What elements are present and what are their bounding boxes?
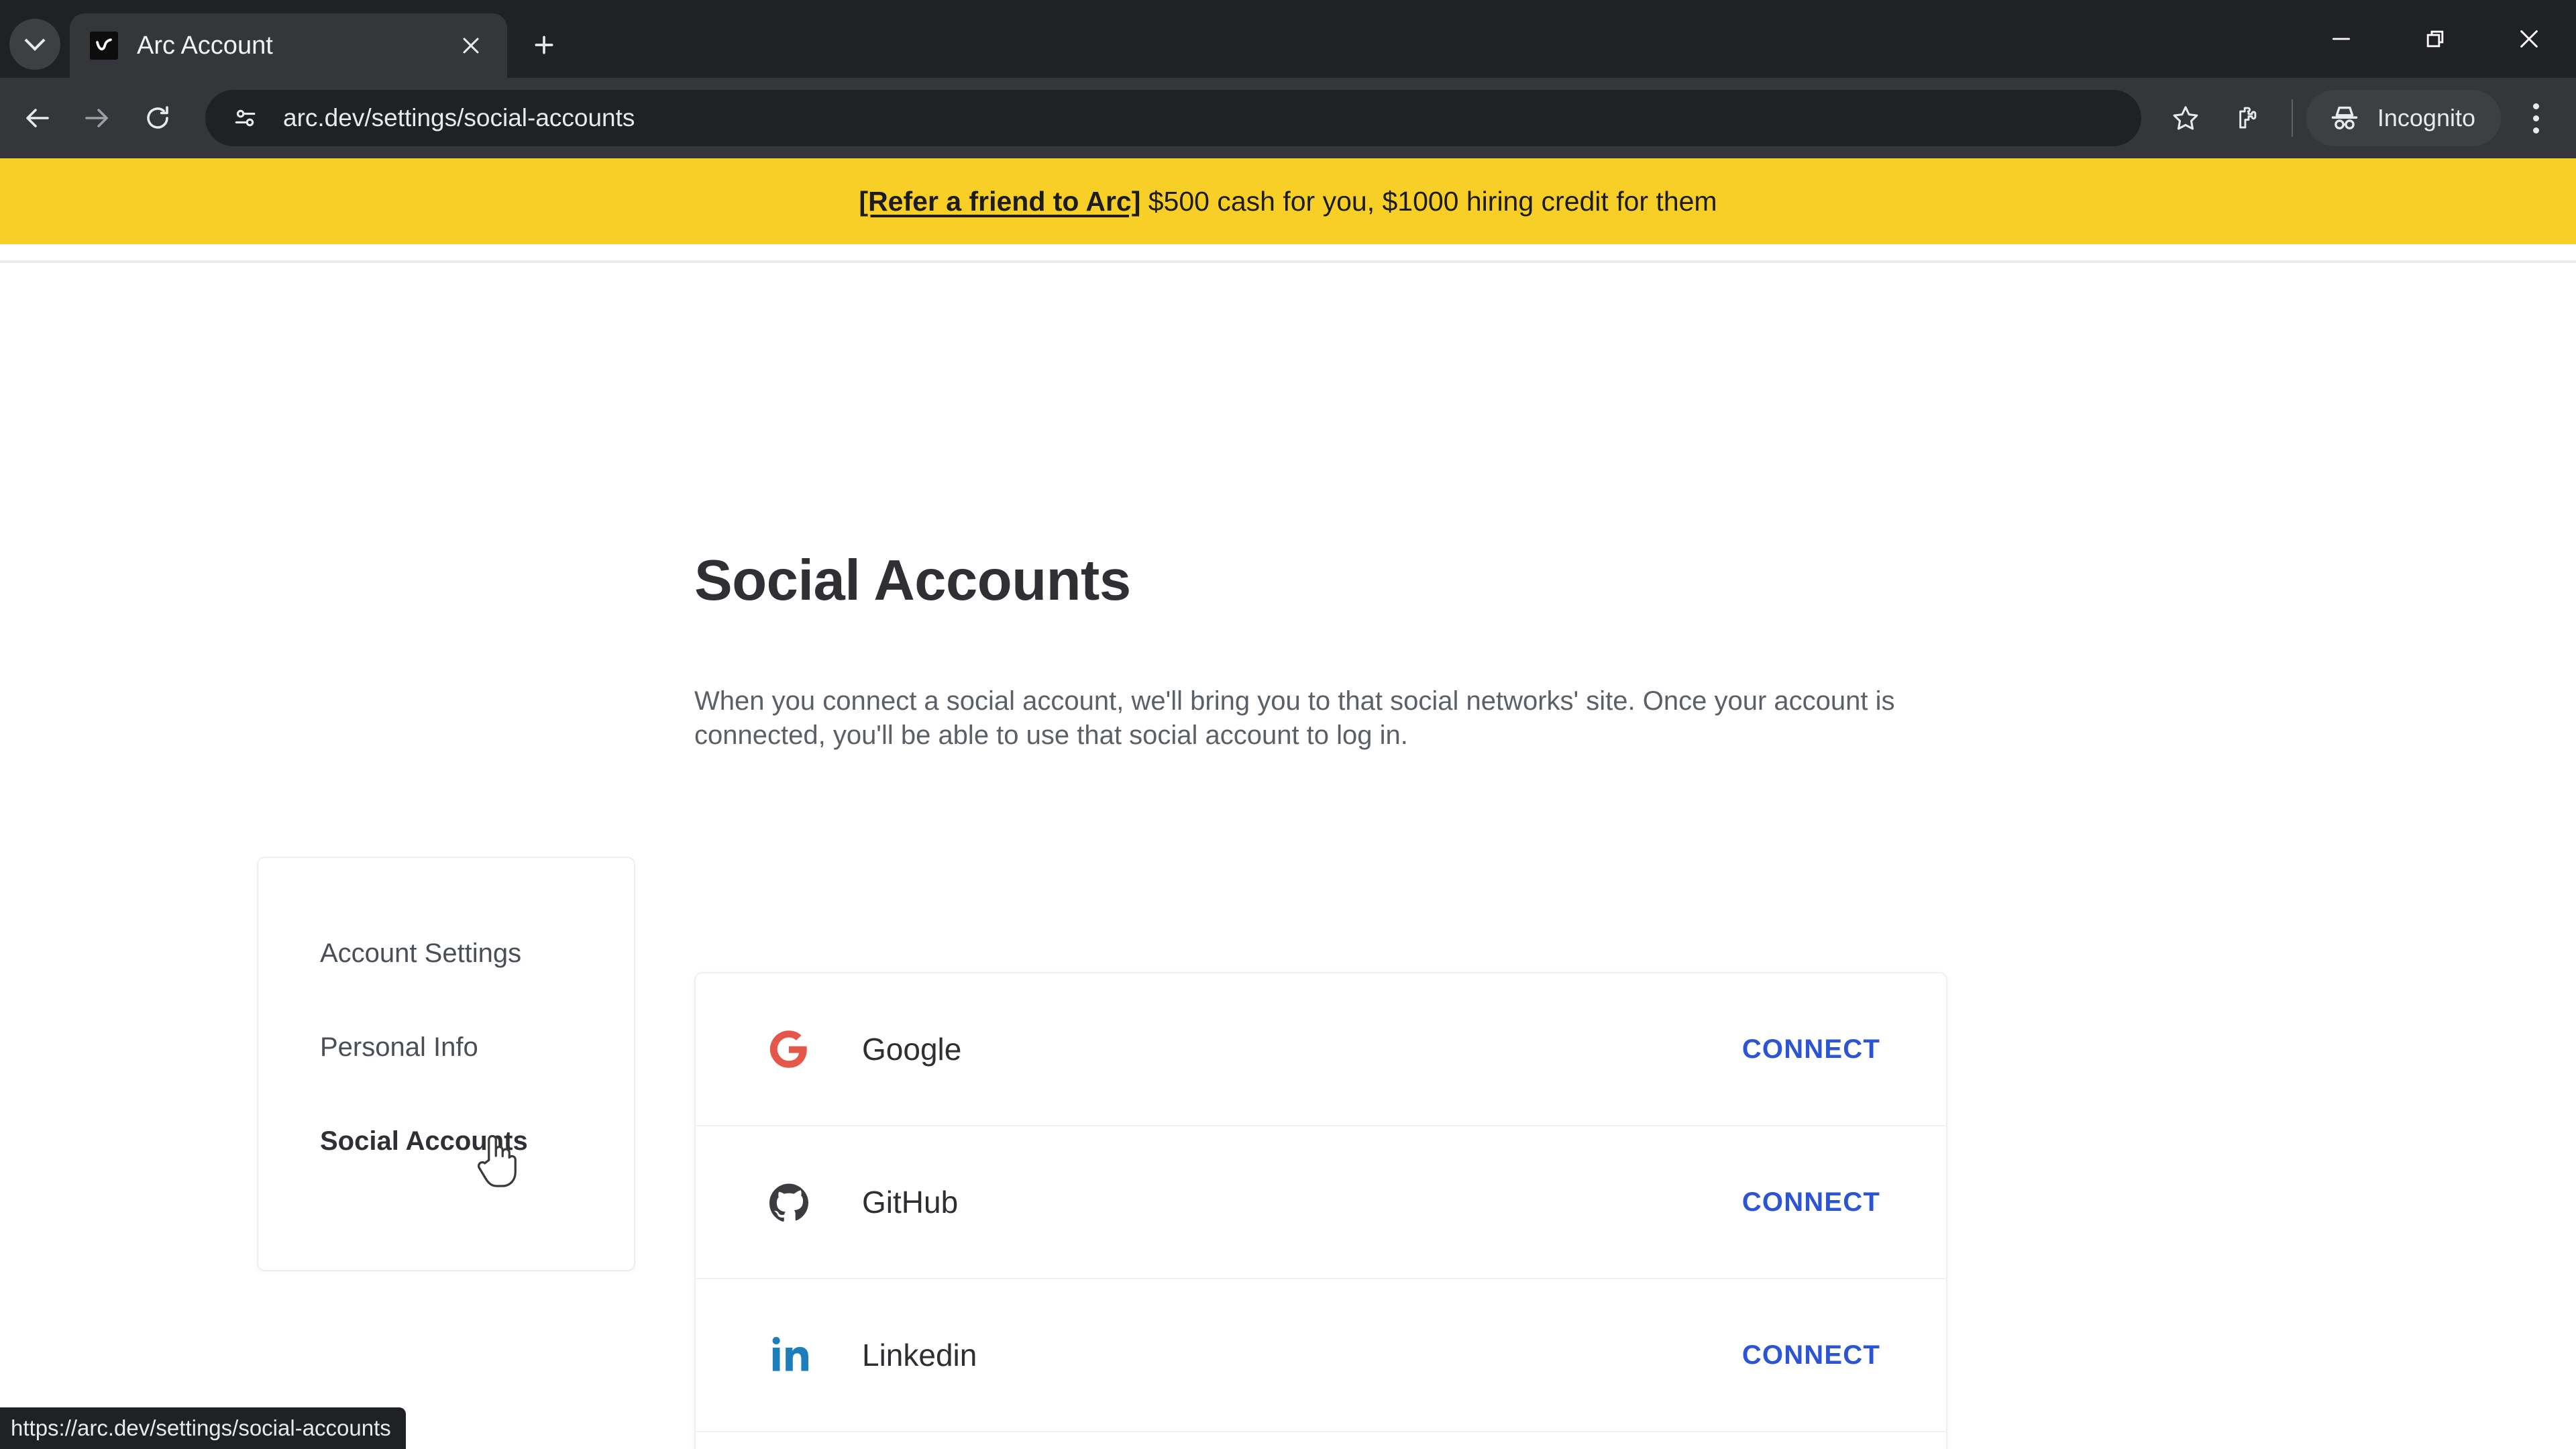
incognito-indicator[interactable]: Incognito	[2306, 90, 2501, 146]
plus-icon	[535, 36, 553, 54]
incognito-label: Incognito	[2377, 104, 2475, 131]
social-account-row-github: GitHub CONNECT	[696, 1126, 1946, 1279]
social-account-name: Linkedin	[862, 1338, 977, 1373]
social-account-row-facebook: Facebook CONNECT	[696, 1432, 1946, 1449]
close-icon	[2520, 30, 2538, 48]
forward-arrow-icon	[85, 109, 108, 127]
address-bar-url: arc.dev/settings/social-accounts	[283, 104, 635, 131]
site-settings-icon[interactable]	[228, 101, 263, 136]
referral-banner-text: [Refer a friend to Arc] $500 cash for yo…	[859, 186, 1717, 217]
new-tab-button[interactable]	[519, 20, 569, 70]
linkedin-in-icon	[768, 1334, 810, 1376]
google-g-icon	[768, 1028, 810, 1070]
browser-toolbar: arc.dev/settings/social-accounts Incogni…	[0, 78, 2576, 158]
arc-check-favicon	[90, 32, 118, 60]
tab-title: Arc Account	[137, 31, 273, 60]
social-account-name: GitHub	[862, 1185, 959, 1220]
address-bar[interactable]: arc.dev/settings/social-accounts	[205, 90, 2141, 146]
toolbar-divider	[2291, 99, 2293, 137]
refer-a-friend-link[interactable]: [Refer a friend to Arc]	[859, 186, 1140, 217]
sidebar-item-personal-info[interactable]: Personal Info	[258, 1000, 634, 1094]
page-title: Social Accounts	[694, 549, 1131, 612]
forward-button[interactable]	[67, 88, 127, 148]
restore-icon	[2426, 30, 2444, 48]
chevron-down-icon	[24, 30, 46, 51]
star-icon	[2173, 106, 2198, 130]
maximize-button[interactable]	[2388, 0, 2482, 78]
reload-button[interactable]	[127, 88, 188, 148]
kebab-menu-icon	[2532, 103, 2539, 109]
extensions-button[interactable]	[2216, 87, 2278, 149]
status-bar-url-bubble: https://arc.dev/settings/social-accounts	[0, 1407, 406, 1449]
sidebar-item-account-settings[interactable]: Account Settings	[258, 906, 634, 1000]
page-viewport: [Refer a friend to Arc] $500 cash for yo…	[0, 158, 2576, 1449]
kebab-menu-icon	[2532, 115, 2539, 121]
sidebar-item-social-accounts[interactable]: Social Accounts	[258, 1094, 634, 1188]
social-account-row-google: Google CONNECT	[696, 973, 1946, 1126]
settings-sidebar: Account Settings Personal Info Social Ac…	[257, 857, 635, 1271]
connect-button-google[interactable]: CONNECT	[1742, 1034, 1880, 1065]
connect-button-linkedin[interactable]: CONNECT	[1742, 1340, 1880, 1371]
close-icon[interactable]	[452, 27, 490, 64]
reload-icon	[147, 106, 168, 129]
tab-search-button[interactable]	[9, 19, 60, 70]
tab-arc-account[interactable]: Arc Account	[70, 13, 507, 78]
bookmark-button[interactable]	[2155, 87, 2216, 149]
referral-banner[interactable]: [Refer a friend to Arc] $500 cash for yo…	[0, 158, 2576, 244]
close-window-button[interactable]	[2482, 0, 2576, 78]
incognito-hat-icon	[2331, 106, 2358, 129]
back-button[interactable]	[7, 88, 67, 148]
connect-button-github[interactable]: CONNECT	[1742, 1187, 1880, 1218]
referral-banner-rest: $500 cash for you, $1000 hiring credit f…	[1140, 185, 1717, 217]
browser-menu-button[interactable]	[2508, 87, 2564, 149]
minimize-button[interactable]	[2294, 0, 2388, 78]
browser-window: Arc Account arc.dev/settings/social-acco…	[0, 0, 2576, 1449]
minimize-icon	[2332, 38, 2351, 40]
window-controls	[2294, 0, 2576, 78]
status-bar-url: https://arc.dev/settings/social-accounts	[11, 1415, 391, 1440]
social-account-name: Google	[862, 1032, 962, 1067]
tab-strip: Arc Account	[0, 0, 2576, 78]
extensions-puzzle-icon	[2239, 107, 2257, 129]
social-accounts-card: Google CONNECT GitHub CONNECT Linkedin C…	[694, 972, 1947, 1449]
back-arrow-icon	[26, 109, 49, 127]
kebab-menu-icon	[2532, 127, 2539, 133]
page-description: When you connect a social account, we'll…	[694, 686, 1895, 751]
settings-page: Social Accounts When you connect a socia…	[0, 263, 2576, 1449]
github-mark-icon	[768, 1181, 810, 1223]
social-account-row-linkedin: Linkedin CONNECT	[696, 1279, 1946, 1432]
